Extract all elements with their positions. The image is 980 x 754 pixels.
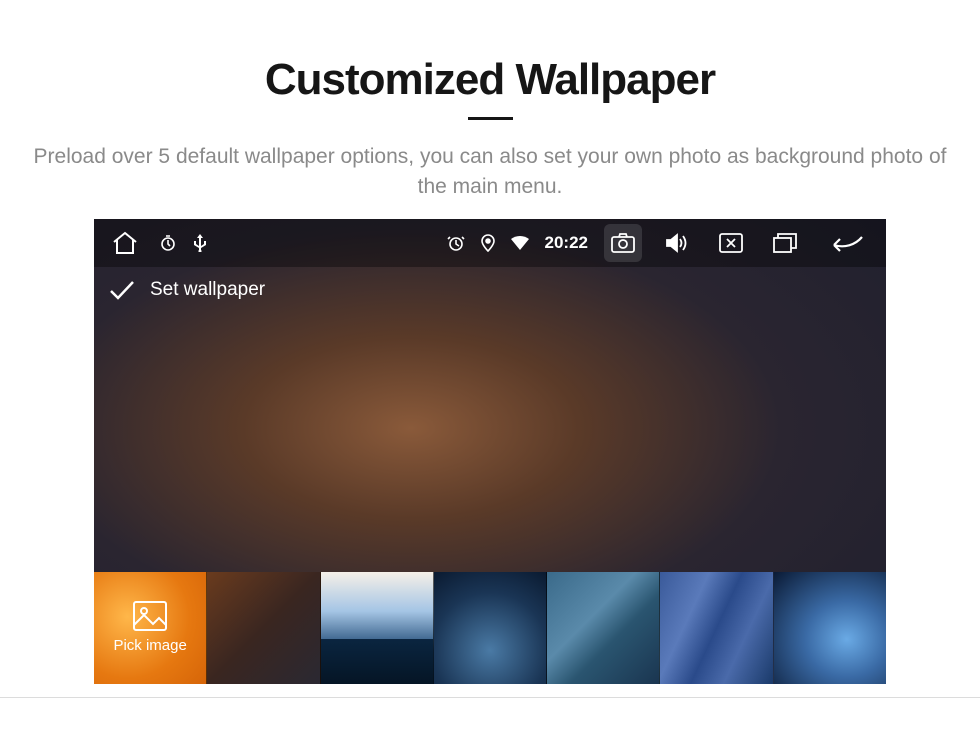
timer-icon [160,235,176,251]
wallpaper-thumb-5[interactable] [660,572,773,684]
wallpaper-thumb-1[interactable] [207,572,320,684]
alarm-icon [447,234,465,252]
device-screen: 20:22 [94,219,886,684]
wifi-icon [511,236,529,250]
set-wallpaper-label[interactable]: Set wallpaper [150,279,265,301]
window-x-icon[interactable] [712,224,750,262]
page-title: Customized Wallpaper [0,55,980,105]
wallpaper-thumb-4[interactable] [547,572,660,684]
divider [0,697,980,698]
confirm-check-icon[interactable] [108,279,136,301]
camera-icon[interactable] [604,224,642,262]
home-icon[interactable] [108,226,142,260]
pick-image-button[interactable]: Pick image [94,572,207,684]
action-row: Set wallpaper [94,267,886,313]
status-bar: 20:22 [94,219,886,267]
thumbnail-strip: Pick image [94,572,886,684]
usb-icon [194,234,206,252]
picture-icon [133,601,167,631]
status-left [108,226,206,260]
status-right: 20:22 [447,224,872,262]
location-icon [481,234,495,252]
title-underline [468,117,513,120]
wallpaper-thumb-6[interactable] [774,572,886,684]
pick-image-label: Pick image [113,637,186,654]
status-time: 20:22 [545,233,588,253]
wallpaper-thumb-3[interactable] [434,572,547,684]
wallpaper-thumb-2[interactable] [321,572,434,684]
back-icon[interactable] [820,224,872,262]
speaker-icon[interactable] [658,224,696,262]
page-subtitle: Preload over 5 default wallpaper options… [0,142,980,203]
windows-icon[interactable] [766,224,804,262]
